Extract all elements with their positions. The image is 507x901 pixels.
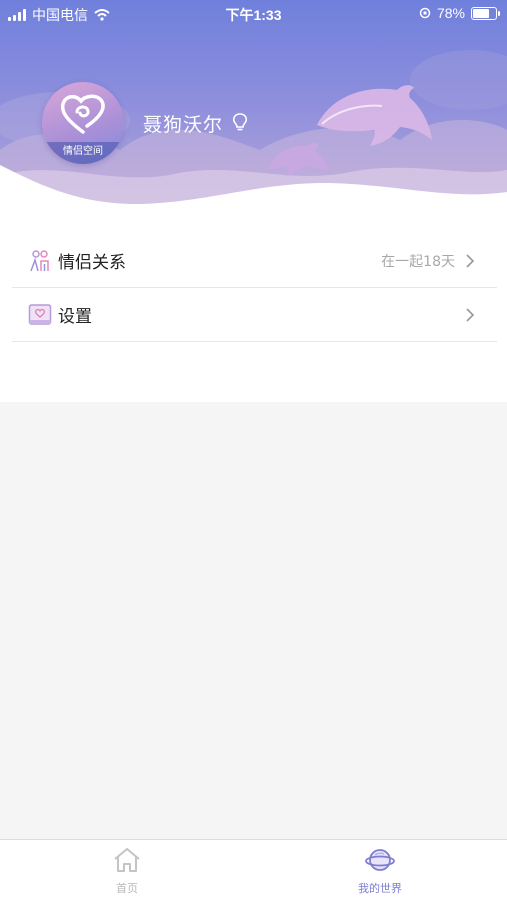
- home-icon: [114, 848, 140, 872]
- menu-item-settings[interactable]: 设置: [12, 288, 497, 342]
- status-bar: 中国电信 下午1:33 78%: [0, 0, 507, 28]
- menu-list: 情侣关系 在一起18天 设置: [0, 232, 507, 402]
- couple-icon: [28, 249, 52, 273]
- settings-heart-icon: [28, 303, 52, 327]
- battery-level: [473, 8, 489, 18]
- orientation-lock-icon: [419, 7, 431, 19]
- battery-percent: 78%: [436, 5, 465, 21]
- menu-item-couple-relationship[interactable]: 情侣关系 在一起18天: [12, 234, 497, 288]
- username: 聂狗沃尔: [143, 114, 224, 136]
- tab-my-world[interactable]: 我的世界: [335, 846, 425, 896]
- heart-logo-icon: [60, 94, 105, 134]
- tab-home[interactable]: 首页: [82, 846, 172, 896]
- together-days-value: 在一起18天: [381, 253, 455, 270]
- bulb-icon[interactable]: [232, 112, 248, 132]
- chevron-right-icon: [466, 307, 475, 322]
- menu-item-label: 情侣关系: [58, 253, 126, 273]
- battery-icon: [471, 6, 500, 20]
- tab-bar: 首页 我的世界: [0, 839, 507, 901]
- menu-item-label: 设置: [58, 307, 92, 327]
- tab-label: 首页: [116, 882, 138, 895]
- avatar-label: 情侣空间: [42, 142, 124, 164]
- profile-header: 中国电信 下午1:33 78% 情侣空间 聂狗沃尔: [0, 0, 507, 232]
- dolphin-illustration: [267, 85, 432, 176]
- chevron-right-icon: [466, 253, 475, 268]
- avatar[interactable]: 情侣空间: [42, 82, 124, 164]
- planet-icon: [365, 849, 395, 871]
- tab-label: 我的世界: [358, 882, 402, 895]
